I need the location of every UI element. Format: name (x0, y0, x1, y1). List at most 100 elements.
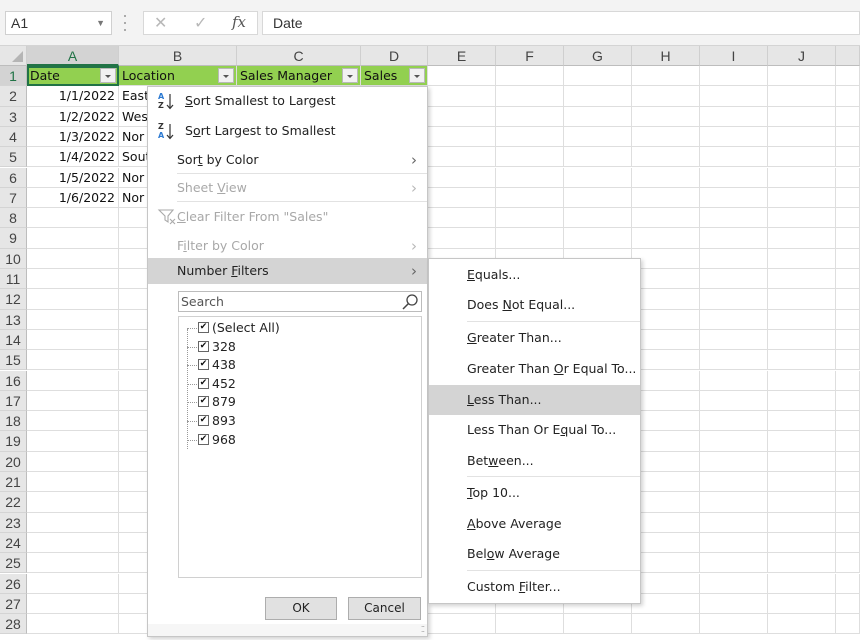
sort-descending-item[interactable]: Z A Sort Largest to Smallest (148, 117, 427, 145)
cell-h4[interactable] (632, 126, 700, 148)
cell-j17[interactable] (768, 390, 836, 412)
cell-i19[interactable] (700, 431, 768, 452)
cell-k13[interactable] (836, 309, 860, 330)
row-header-2[interactable]: 2 (0, 86, 27, 107)
cell-i24[interactable] (700, 532, 768, 554)
cell-h1[interactable] (632, 66, 700, 87)
cell-i4[interactable] (700, 126, 768, 148)
cell-h24[interactable] (632, 532, 700, 554)
search-icon[interactable] (401, 293, 419, 311)
cell-j8[interactable] (768, 208, 836, 229)
cell-a15[interactable] (27, 350, 119, 371)
column-header-a[interactable]: A (27, 46, 119, 66)
cell-i3[interactable] (700, 106, 768, 127)
cell-k6[interactable] (836, 167, 860, 188)
cell-h23[interactable] (632, 512, 700, 533)
cell-a17[interactable] (27, 390, 119, 412)
cell-a14[interactable] (27, 329, 119, 351)
checkbox[interactable]: ✔ (198, 396, 209, 408)
cell-i1[interactable] (700, 66, 768, 87)
cell-a21[interactable] (27, 472, 119, 493)
cell-f5[interactable] (496, 147, 564, 168)
row-header-7[interactable]: 7 (0, 187, 27, 209)
cell-j18[interactable] (768, 411, 836, 432)
row-header-15[interactable]: 15 (0, 350, 27, 371)
cell-k2[interactable] (836, 86, 860, 107)
select-all-corner[interactable] (0, 46, 27, 66)
name-box[interactable]: A1 ▼ (5, 11, 112, 35)
filter-dropdown-button[interactable] (409, 68, 425, 83)
cell-a5[interactable]: 1/4/2022 (27, 147, 119, 168)
row-header-13[interactable]: 13 (0, 309, 27, 330)
cell-j19[interactable] (768, 431, 836, 452)
cell-f1[interactable] (496, 66, 564, 87)
checkbox[interactable]: ✔ (198, 377, 209, 389)
checkbox[interactable]: ✔ (198, 415, 209, 426)
cell-j24[interactable] (768, 532, 836, 554)
cell-h11[interactable] (632, 269, 700, 290)
cell-a9[interactable] (27, 228, 119, 249)
cell-h25[interactable] (632, 553, 700, 574)
cell-h6[interactable] (632, 167, 700, 188)
checkbox[interactable]: ✔ (198, 433, 209, 445)
cell-k3[interactable] (836, 106, 860, 127)
cell-f8[interactable] (496, 208, 564, 229)
column-header-h[interactable]: H (632, 46, 700, 66)
submenu-item-greater-than-or-equal[interactable]: Greater Than Or Equal To... (429, 354, 640, 384)
row-header-25[interactable]: 25 (0, 553, 27, 574)
cell-j23[interactable] (768, 512, 836, 533)
row-header-28[interactable]: 28 (0, 614, 27, 635)
row-header-17[interactable]: 17 (0, 390, 27, 412)
row-header-21[interactable]: 21 (0, 472, 27, 493)
cell-f7[interactable] (496, 187, 564, 209)
column-header-d[interactable]: D (361, 46, 428, 66)
cell-i23[interactable] (700, 512, 768, 533)
cell-h28[interactable] (632, 614, 700, 635)
cell-h22[interactable] (632, 492, 700, 513)
cell-i27[interactable] (700, 593, 768, 615)
submenu-item-equals[interactable]: Equals... (429, 260, 640, 290)
cell-a20[interactable] (27, 451, 119, 472)
cell-f28[interactable] (496, 614, 564, 635)
resize-grip-icon[interactable]: ⁚⁚ (421, 625, 425, 634)
close-icon[interactable]: ✕ (154, 13, 167, 33)
row-header-16[interactable]: 16 (0, 370, 27, 391)
cell-i17[interactable] (700, 390, 768, 412)
cell-g8[interactable] (564, 208, 632, 229)
cell-a18[interactable] (27, 411, 119, 432)
cell-a28[interactable] (27, 614, 119, 635)
cell-b1[interactable]: Location (119, 66, 237, 87)
cell-k25[interactable] (836, 553, 860, 574)
cell-a4[interactable]: 1/3/2022 (27, 126, 119, 148)
submenu-item-does-not-equal[interactable]: Does Not Equal... (429, 290, 640, 320)
cancel-button[interactable]: Cancel (348, 597, 421, 620)
cell-h14[interactable] (632, 329, 700, 351)
submenu-item-greater-than[interactable]: Greater Than... (429, 323, 640, 353)
cell-h21[interactable] (632, 472, 700, 493)
cell-h12[interactable] (632, 289, 700, 310)
cell-k8[interactable] (836, 208, 860, 229)
submenu-item-less-than[interactable]: Less Than... (429, 385, 640, 415)
cell-h15[interactable] (632, 350, 700, 371)
cell-k28[interactable] (836, 614, 860, 635)
cell-i28[interactable] (700, 614, 768, 635)
row-header-14[interactable]: 14 (0, 329, 27, 351)
row-header-9[interactable]: 9 (0, 228, 27, 249)
row-header-3[interactable]: 3 (0, 106, 27, 127)
cell-h26[interactable] (632, 573, 700, 594)
submenu-item-between[interactable]: Between... (429, 446, 640, 476)
cell-e2[interactable] (428, 86, 496, 107)
drag-handle-icon[interactable] (124, 15, 127, 31)
cell-i15[interactable] (700, 350, 768, 371)
cell-h17[interactable] (632, 390, 700, 412)
cell-h5[interactable] (632, 147, 700, 168)
cell-i25[interactable] (700, 553, 768, 574)
column-header-i[interactable]: I (700, 46, 768, 66)
cell-k19[interactable] (836, 431, 860, 452)
cell-h13[interactable] (632, 309, 700, 330)
cell-k7[interactable] (836, 187, 860, 209)
cell-a26[interactable] (27, 573, 119, 594)
cell-e1[interactable] (428, 66, 496, 87)
cell-j22[interactable] (768, 492, 836, 513)
row-header-6[interactable]: 6 (0, 167, 27, 188)
